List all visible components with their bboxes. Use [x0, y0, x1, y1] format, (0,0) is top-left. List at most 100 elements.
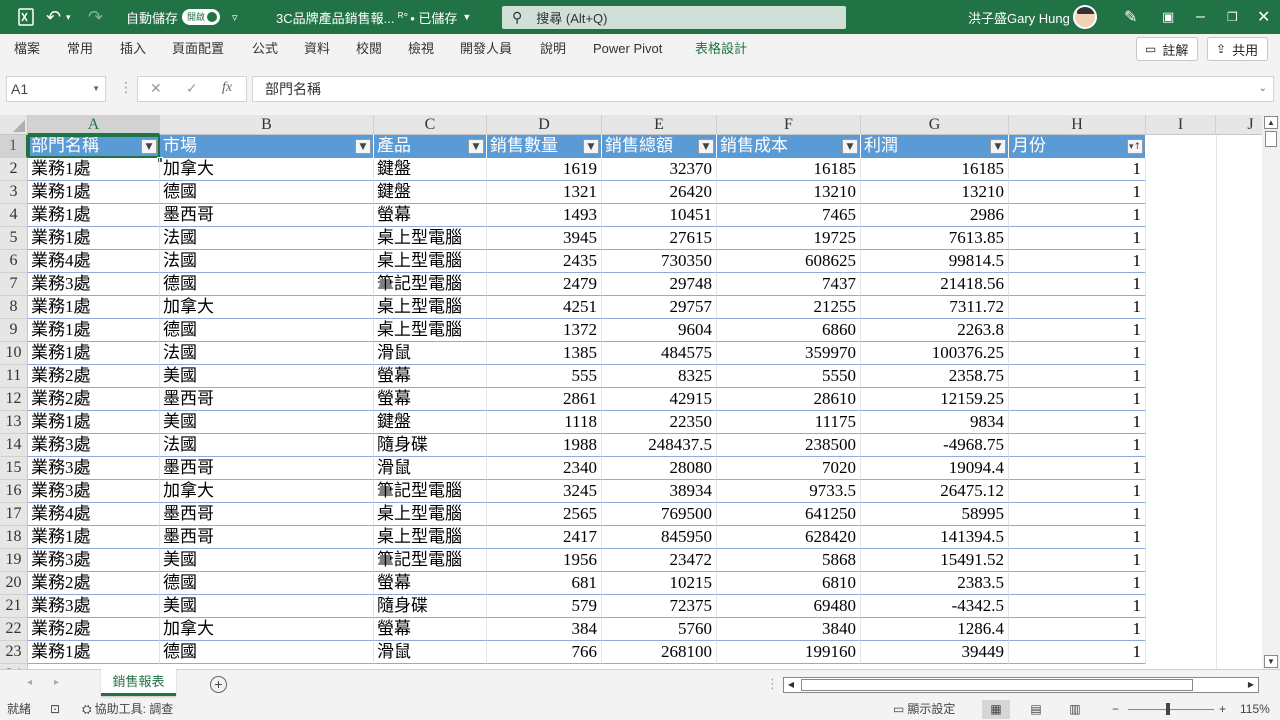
cell-dept[interactable]: 業務1處 — [28, 158, 160, 181]
cell-cost[interactable]: 6860 — [717, 319, 861, 342]
cell-dept[interactable]: 業務2處 — [28, 572, 160, 595]
minimize-button[interactable]: – — [1196, 0, 1205, 34]
scroll-left-icon[interactable]: ◀ — [784, 678, 798, 692]
cell-profit[interactable]: 7311.72 — [861, 296, 1009, 319]
cell-profit[interactable]: 15491.52 — [861, 549, 1009, 572]
zoom-slider[interactable] — [1128, 709, 1214, 710]
sort-filter-icon[interactable]: ▾↑ — [1127, 139, 1143, 154]
scroll-down-icon[interactable]: ▼ — [1264, 655, 1278, 668]
next-sheet-icon[interactable]: ▸ — [54, 677, 59, 688]
row-header[interactable]: 21 — [0, 595, 28, 618]
cell-profit[interactable]: 13210 — [861, 181, 1009, 204]
cell-cost[interactable]: 641250 — [717, 503, 861, 526]
cell-sales[interactable]: 5760 — [602, 618, 717, 641]
filter-dropdown-icon[interactable]: ▼ — [842, 139, 858, 154]
save-status[interactable]: ᴿ° • 已儲存 ▼ — [398, 0, 471, 34]
enter-icon[interactable]: ✓ — [186, 80, 198, 97]
cell-sales[interactable]: 22350 — [602, 411, 717, 434]
splitter-handle-icon[interactable]: ⋮ — [766, 676, 779, 692]
cell-profit[interactable]: 141394.5 — [861, 526, 1009, 549]
cell-product[interactable]: 桌上型電腦 — [374, 227, 487, 250]
cell-market[interactable]: 法國 — [160, 227, 374, 250]
horizontal-scrollbar[interactable]: ◀ ▶ — [783, 677, 1259, 693]
cell-sales[interactable]: 23472 — [602, 549, 717, 572]
cell-product[interactable]: 螢幕 — [374, 388, 487, 411]
cell-dept[interactable]: 業務2處 — [28, 365, 160, 388]
cell-qty[interactable]: 2861 — [487, 388, 602, 411]
cell-qty[interactable]: 1956 — [487, 549, 602, 572]
page-break-view-icon[interactable]: ▥ — [1061, 700, 1089, 719]
cell-product[interactable]: 螢幕 — [374, 204, 487, 227]
row-header[interactable]: 9 — [0, 319, 28, 342]
cell-market[interactable]: 墨西哥 — [160, 204, 374, 227]
cell-cost[interactable]: 608625 — [717, 250, 861, 273]
row-header[interactable]: 3 — [0, 181, 28, 204]
cell-cost[interactable]: 7437 — [717, 273, 861, 296]
cell-sales[interactable]: 845950 — [602, 526, 717, 549]
cell-cost[interactable]: 7465 — [717, 204, 861, 227]
cell-sales[interactable]: 484575 — [602, 342, 717, 365]
cell-dept[interactable]: 業務1處 — [28, 296, 160, 319]
cell-market[interactable]: 墨西哥 — [160, 388, 374, 411]
cell-product[interactable]: 筆記型電腦 — [374, 549, 487, 572]
cell-dept[interactable]: 業務2處 — [28, 388, 160, 411]
cell-dept[interactable]: 業務3處 — [28, 480, 160, 503]
cell-cost[interactable]: 11175 — [717, 411, 861, 434]
cell-month[interactable]: 1 — [1009, 365, 1146, 388]
cell-cost[interactable]: 6810 — [717, 572, 861, 595]
cell-profit[interactable]: 1286.4 — [861, 618, 1009, 641]
search-box[interactable]: ⚲ 搜尋 (Alt+Q) — [502, 6, 846, 29]
cell-product[interactable]: 桌上型電腦 — [374, 526, 487, 549]
cell-sales[interactable]: 72375 — [602, 595, 717, 618]
cell-month[interactable]: 1 — [1009, 457, 1146, 480]
cell-month[interactable]: 1 — [1009, 158, 1146, 181]
cell-dept[interactable]: 業務3處 — [28, 595, 160, 618]
cell-cost[interactable]: 19725 — [717, 227, 861, 250]
cell-month[interactable]: 1 — [1009, 388, 1146, 411]
cell-market[interactable]: 美國 — [160, 549, 374, 572]
autosave-switch[interactable]: 開啟 — [182, 9, 221, 25]
cell-cost[interactable]: 21255 — [717, 296, 861, 319]
tab-page-layout[interactable]: 頁面配置 — [172, 34, 224, 64]
accessibility-status[interactable]: ⛭ 協助工具: 調查 — [82, 699, 173, 720]
cell-month[interactable]: 1 — [1009, 526, 1146, 549]
cell-qty[interactable]: 681 — [487, 572, 602, 595]
cell-sales[interactable]: 26420 — [602, 181, 717, 204]
cell-dept[interactable]: 業務1處 — [28, 641, 160, 664]
cell-dept[interactable]: 業務3處 — [28, 273, 160, 296]
column-header-a[interactable]: A — [28, 115, 160, 135]
ribbon-display-icon[interactable]: ▣ — [1162, 0, 1174, 34]
row-header[interactable]: 10 — [0, 342, 28, 365]
cell-cost[interactable]: 199160 — [717, 641, 861, 664]
cell-sales[interactable]: 10451 — [602, 204, 717, 227]
zoom-in-icon[interactable]: + — [1219, 699, 1226, 720]
cell-profit[interactable]: 19094.4 — [861, 457, 1009, 480]
cell-dept[interactable]: 業務1處 — [28, 526, 160, 549]
cell-market[interactable]: 法國 — [160, 342, 374, 365]
column-header-h[interactable]: H — [1009, 115, 1146, 135]
cell-market[interactable]: 美國 — [160, 595, 374, 618]
insert-function-icon[interactable]: fx — [222, 80, 232, 96]
header-cell-market[interactable]: 市場 ▼ — [160, 135, 374, 158]
row-header[interactable]: 16 — [0, 480, 28, 503]
row-header[interactable]: 18 — [0, 526, 28, 549]
filter-dropdown-icon[interactable]: ▼ — [468, 139, 484, 154]
share-button[interactable]: ⇪ 共用 — [1207, 37, 1268, 61]
column-header-f[interactable]: F — [717, 115, 861, 135]
cell-product[interactable]: 桌上型電腦 — [374, 319, 487, 342]
horizontal-scroll-thumb[interactable] — [801, 679, 1193, 691]
cell-dept[interactable]: 業務3處 — [28, 549, 160, 572]
row-header[interactable]: 22 — [0, 618, 28, 641]
row-header[interactable]: 4 — [0, 204, 28, 227]
cell-month[interactable]: 1 — [1009, 181, 1146, 204]
header-cell-month[interactable]: 月份 ▾↑ — [1009, 135, 1146, 158]
cell-sales[interactable]: 28080 — [602, 457, 717, 480]
cell-month[interactable]: 1 — [1009, 549, 1146, 572]
cell-qty[interactable]: 384 — [487, 618, 602, 641]
header-cell-sales[interactable]: 銷售總額 ▼ — [602, 135, 717, 158]
redo-icon[interactable]: ↷ — [88, 0, 103, 34]
cell-qty[interactable]: 2565 — [487, 503, 602, 526]
row-header[interactable]: 15 — [0, 457, 28, 480]
tab-power-pivot[interactable]: Power Pivot — [593, 34, 662, 64]
tab-data[interactable]: 資料 — [304, 34, 330, 64]
